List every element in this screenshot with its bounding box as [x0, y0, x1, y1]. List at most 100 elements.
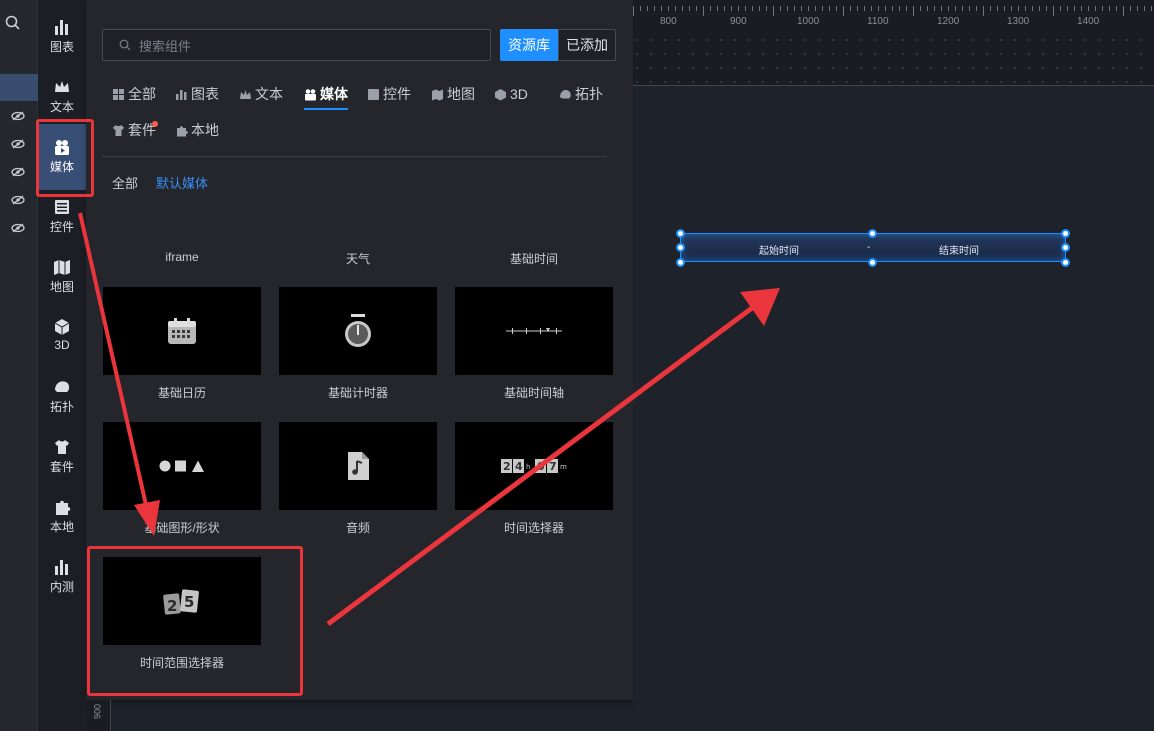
- tab-3d[interactable]: 3D: [494, 82, 528, 106]
- tab-all[interactable]: 全部: [112, 82, 156, 106]
- media-icon: [305, 88, 316, 100]
- sidebar-item-label: 本地: [49, 520, 74, 534]
- tab-label: 3D: [510, 86, 528, 102]
- puzzle-icon: [177, 125, 188, 136]
- cube-icon: [495, 88, 506, 100]
- component-card-calendar[interactable]: [103, 287, 261, 375]
- component-label: 基础计时器: [327, 386, 388, 400]
- component-card-audio[interactable]: [279, 422, 437, 510]
- notification-dot: [152, 121, 158, 127]
- sidebar-item-beta[interactable]: 内测: [38, 558, 86, 614]
- sidebar-item-label: 3D: [54, 338, 70, 352]
- map-icon: [54, 260, 70, 275]
- component-card-stopwatch[interactable]: [279, 287, 437, 375]
- canvas[interactable]: [633, 86, 1154, 731]
- search-input[interactable]: [139, 36, 479, 56]
- component-label: 音频: [345, 521, 370, 535]
- resize-handle[interactable]: [1061, 229, 1070, 238]
- sidebar-item-label: 图表: [49, 40, 74, 54]
- svg-text:0: 0: [537, 460, 545, 473]
- sidebar-item-label: 地图: [49, 280, 74, 294]
- resize-handle[interactable]: [868, 258, 877, 267]
- layer-strip: [0, 0, 38, 731]
- sidebar-item-chart[interactable]: 图表: [38, 18, 86, 74]
- tab-label: 控件: [383, 86, 411, 102]
- component-label: 天气: [345, 252, 370, 266]
- search-icon: [119, 39, 131, 51]
- topology-icon: [55, 381, 70, 392]
- sidebar-item-suite[interactable]: 套件: [38, 438, 86, 494]
- tab-suite[interactable]: 套件: [112, 118, 156, 142]
- tab-chart[interactable]: 图表: [175, 82, 219, 106]
- tab-label: 地图: [447, 86, 475, 102]
- eye-hidden-icon[interactable]: [11, 111, 25, 121]
- component-label: 基础时间: [509, 252, 558, 266]
- search-icon[interactable]: [4, 14, 22, 32]
- svg-text:7: 7: [549, 460, 557, 473]
- ruler-tick-label: 1000: [797, 16, 820, 27]
- eye-hidden-icon[interactable]: [11, 223, 25, 233]
- component-label: 时间选择器: [503, 521, 564, 535]
- ruler-tick-label: 1200: [937, 16, 960, 27]
- sidebar-item-local[interactable]: 本地: [38, 498, 86, 554]
- eye-hidden-icon[interactable]: [11, 195, 25, 205]
- component-card-shapes[interactable]: [103, 422, 261, 510]
- component-card-time-picker[interactable]: 24 07 h m: [455, 422, 613, 510]
- tab-media[interactable]: 媒体: [304, 82, 348, 110]
- map-icon: [432, 89, 443, 100]
- tab-text[interactable]: 文本: [239, 82, 283, 106]
- sidebar-item-map[interactable]: 地图: [38, 258, 86, 314]
- resize-handle[interactable]: [676, 258, 685, 267]
- resize-handle[interactable]: [676, 229, 685, 238]
- sidebar-item-topology[interactable]: 拓扑: [38, 378, 86, 434]
- side-ruler: 006: [86, 700, 111, 731]
- shirt-icon: [113, 124, 124, 136]
- bar-chart-icon: [55, 20, 68, 35]
- sidebar-item-label: 拓扑: [49, 400, 74, 414]
- resource-library-button[interactable]: 资源库: [500, 29, 558, 61]
- sidebar-item-3d[interactable]: 3D: [38, 318, 86, 374]
- widget-icon: [368, 88, 379, 100]
- bar-chart-icon: [55, 560, 68, 575]
- tab-local[interactable]: 本地: [175, 118, 219, 142]
- eye-hidden-icon[interactable]: [11, 167, 25, 177]
- start-time-field[interactable]: 起始时间: [759, 242, 799, 257]
- widget-icon: [55, 200, 69, 214]
- category-sidebar: 图表 文本 媒体 控件 地图 3D 拓扑 套件 本地 内测: [38, 0, 86, 731]
- sidebar-item-control[interactable]: 控件: [38, 198, 86, 254]
- sidebar-item-label: 套件: [49, 460, 74, 474]
- calendar-icon: [168, 318, 196, 344]
- tab-label: 媒体: [320, 86, 348, 102]
- component-card-timeline[interactable]: [455, 287, 613, 375]
- ruler-tick-label: 800: [660, 16, 677, 27]
- bar-chart-icon: [176, 89, 187, 100]
- puzzle-icon: [56, 500, 71, 515]
- crown-icon: [240, 89, 251, 99]
- ruler-tick-label: 1400: [1077, 16, 1100, 27]
- end-time-field[interactable]: 结束时间: [939, 242, 979, 257]
- grid-icon: [113, 88, 124, 100]
- svg-text:2: 2: [503, 460, 511, 473]
- resize-handle[interactable]: [676, 243, 685, 252]
- audio-file-icon: [348, 452, 369, 480]
- tab-topology[interactable]: 拓扑: [559, 82, 603, 106]
- selected-layer[interactable]: [0, 74, 38, 101]
- component-label: 基础图形/形状: [144, 521, 220, 535]
- top-ruler: 800 900 1000 1100 1200 1300 1400: [633, 0, 1154, 86]
- ruler-tick-label: 1100: [867, 16, 889, 27]
- tab-label: 拓扑: [575, 86, 603, 102]
- component-label: 基础时间轴: [503, 386, 564, 400]
- subtab-default-media[interactable]: 默认媒体: [156, 173, 208, 192]
- subtab-all[interactable]: 全部: [112, 173, 138, 192]
- resize-handle[interactable]: [868, 229, 877, 238]
- resize-handle[interactable]: [1061, 258, 1070, 267]
- search-box[interactable]: [102, 29, 491, 61]
- tab-control[interactable]: 控件: [367, 82, 411, 106]
- eye-hidden-icon[interactable]: [11, 139, 25, 149]
- tab-map[interactable]: 地图: [431, 82, 475, 106]
- added-button[interactable]: 已添加: [558, 29, 616, 61]
- component-label: iframe: [165, 250, 199, 264]
- resize-handle[interactable]: [1061, 243, 1070, 252]
- tab-label: 图表: [191, 86, 219, 102]
- divider: [102, 156, 607, 157]
